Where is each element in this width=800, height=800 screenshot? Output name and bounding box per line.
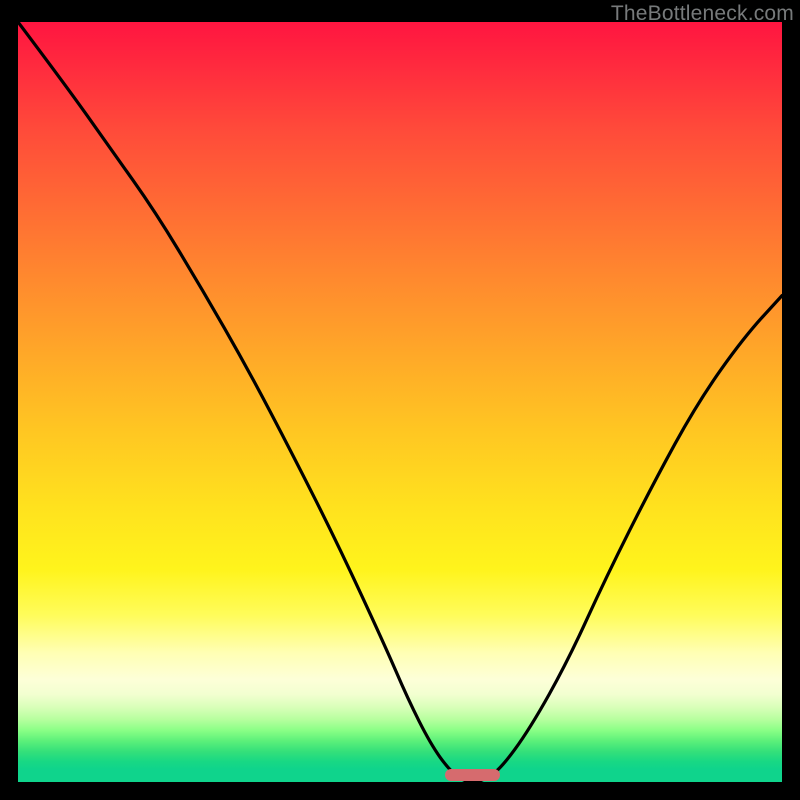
bottleneck-curve [18, 22, 782, 782]
chart-frame [18, 22, 782, 782]
watermark-text: TheBottleneck.com [611, 2, 794, 26]
plot-area [18, 22, 782, 782]
optimal-range-marker [445, 769, 500, 781]
